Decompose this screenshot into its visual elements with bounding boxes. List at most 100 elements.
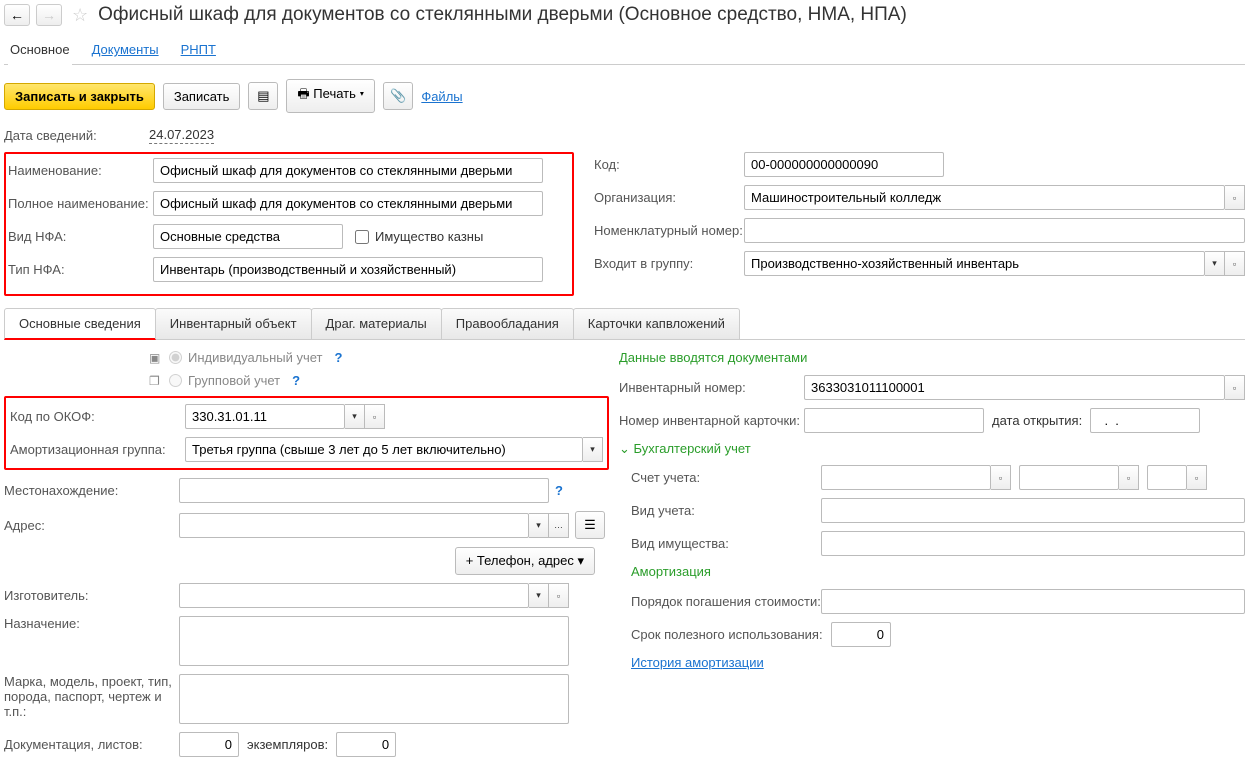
- acct-label: Счет учета:: [631, 470, 821, 485]
- okof-input[interactable]: [185, 404, 345, 429]
- invnum-open-icon[interactable]: ▫: [1225, 375, 1245, 400]
- fullname-label: Полное наименование:: [8, 196, 153, 211]
- invcard-label: Номер инвентарной карточки:: [619, 413, 804, 428]
- okof-label: Код по ОКОФ:: [10, 409, 185, 424]
- amortorder-input[interactable]: [821, 589, 1245, 614]
- nav-tabs: Основное Документы РНПТ: [4, 36, 1245, 65]
- individual-radio: [169, 351, 182, 364]
- help-icon-2[interactable]: ?: [292, 373, 300, 388]
- fullname-input[interactable]: [153, 191, 543, 216]
- address-input[interactable]: [179, 513, 529, 538]
- subtab-rights[interactable]: Правообладания: [441, 308, 574, 339]
- address-label: Адрес:: [4, 518, 179, 533]
- name-label: Наименование:: [8, 163, 153, 178]
- copies-number-input[interactable]: [336, 732, 396, 757]
- page-title: Офисный шкаф для документов со стеклянны…: [98, 4, 907, 26]
- manufacturer-open-icon[interactable]: ▫: [549, 583, 569, 608]
- amortgroup-label: Амортизационная группа:: [10, 442, 185, 457]
- acct-open-icon[interactable]: ▫: [991, 465, 1011, 490]
- nomnum-input[interactable]: [744, 218, 1245, 243]
- name-input[interactable]: [153, 158, 543, 183]
- docs-label: Документация, листов:: [4, 737, 179, 752]
- back-button[interactable]: ←: [4, 4, 30, 26]
- location-label: Местонахождение:: [4, 483, 179, 498]
- subtab-main-info[interactable]: Основные сведения: [4, 308, 156, 340]
- attach-icon-button[interactable]: 📎: [383, 82, 413, 110]
- address-more-icon[interactable]: …: [549, 513, 569, 538]
- copy-icon-2[interactable]: ❐: [149, 374, 163, 388]
- address-dropdown-icon[interactable]: ▾: [529, 513, 549, 538]
- vidnfa-label: Вид НФА:: [8, 229, 153, 244]
- address-filter-icon[interactable]: ☰: [575, 511, 605, 539]
- group-open-icon[interactable]: ▫: [1225, 251, 1245, 276]
- subtab-cards[interactable]: Карточки капвложений: [573, 308, 740, 339]
- print-button[interactable]: 🖶 Печать ▾: [286, 79, 375, 113]
- copies-label: экземпляров:: [247, 737, 328, 752]
- manufacturer-dropdown-icon[interactable]: ▾: [529, 583, 549, 608]
- nomnum-label: Номенклатурный номер:: [594, 223, 744, 238]
- subtab-precious[interactable]: Драг. материалы: [311, 308, 442, 339]
- tipnfa-label: Тип НФА:: [8, 262, 153, 277]
- org-input[interactable]: [744, 185, 1225, 210]
- group-label: Входит в группу:: [594, 256, 744, 271]
- group-input[interactable]: [744, 251, 1205, 276]
- buh-section-toggle[interactable]: ⌄ Бухгалтерский учет: [619, 441, 1245, 457]
- docs-number-input[interactable]: [179, 732, 239, 757]
- tipnfa-input[interactable]: [153, 257, 543, 282]
- purpose-textarea[interactable]: [179, 616, 569, 666]
- code-input[interactable]: [744, 152, 944, 177]
- amort-header: Амортизация: [631, 564, 1245, 579]
- manufacturer-input[interactable]: [179, 583, 529, 608]
- proptype-input[interactable]: [821, 531, 1245, 556]
- forward-button[interactable]: →: [36, 4, 62, 26]
- treasury-label: Имущество казны: [375, 229, 483, 244]
- group-dropdown-icon[interactable]: ▾: [1205, 251, 1225, 276]
- useful-input[interactable]: [831, 622, 891, 647]
- subtab-inventory[interactable]: Инвентарный объект: [155, 308, 312, 339]
- amortorder-label: Порядок погашения стоимости:: [631, 594, 821, 609]
- accttype-input[interactable]: [821, 498, 1245, 523]
- opendate-label: дата открытия:: [992, 413, 1082, 428]
- help-icon-3[interactable]: ?: [555, 483, 563, 498]
- tab-rnpt[interactable]: РНПТ: [179, 36, 218, 64]
- tab-documents[interactable]: Документы: [90, 36, 161, 64]
- invnum-label: Инвентарный номер:: [619, 380, 804, 395]
- save-button[interactable]: Записать: [163, 83, 241, 110]
- group-radio: [169, 374, 182, 387]
- phone-address-button[interactable]: + Телефон, адрес ▾: [455, 547, 595, 575]
- date-label: Дата сведений:: [4, 128, 149, 143]
- acct-input[interactable]: [821, 465, 991, 490]
- org-label: Организация:: [594, 190, 744, 205]
- acct3-input[interactable]: [1147, 465, 1187, 490]
- purpose-label: Назначение:: [4, 616, 179, 631]
- report-icon-button[interactable]: ▤: [248, 82, 278, 110]
- okof-dropdown-icon[interactable]: ▾: [345, 404, 365, 429]
- save-close-button[interactable]: Записать и закрыть: [4, 83, 155, 110]
- acct2-input[interactable]: [1019, 465, 1119, 490]
- acct2-open-icon[interactable]: ▫: [1119, 465, 1139, 490]
- model-textarea[interactable]: [179, 674, 569, 724]
- files-link[interactable]: Файлы: [421, 89, 462, 104]
- favorite-star-icon[interactable]: ☆: [72, 5, 88, 26]
- amortgroup-dropdown-icon[interactable]: ▾: [583, 437, 603, 462]
- tab-main[interactable]: Основное: [8, 36, 72, 66]
- okof-open-icon[interactable]: ▫: [365, 404, 385, 429]
- amortgroup-input[interactable]: [185, 437, 583, 462]
- invnum-input[interactable]: [804, 375, 1225, 400]
- location-input[interactable]: [179, 478, 549, 503]
- amort-history-link[interactable]: История амортизации: [631, 655, 764, 670]
- date-value[interactable]: 24.07.2023: [149, 127, 214, 144]
- copy-icon[interactable]: ▣: [149, 351, 163, 365]
- useful-label: Срок полезного использования:: [631, 627, 831, 642]
- acct3-open-icon[interactable]: ▫: [1187, 465, 1207, 490]
- help-icon[interactable]: ?: [335, 350, 343, 365]
- manufacturer-label: Изготовитель:: [4, 588, 179, 603]
- org-open-icon[interactable]: ▫: [1225, 185, 1245, 210]
- opendate-input[interactable]: [1090, 408, 1200, 433]
- vidnfa-input[interactable]: [153, 224, 343, 249]
- group-radio-label: Групповой учет: [188, 373, 280, 388]
- proptype-label: Вид имущества:: [631, 536, 821, 551]
- treasury-checkbox[interactable]: [355, 230, 369, 244]
- invcard-input[interactable]: [804, 408, 984, 433]
- model-label: Марка, модель, проект, тип, порода, пасп…: [4, 674, 179, 719]
